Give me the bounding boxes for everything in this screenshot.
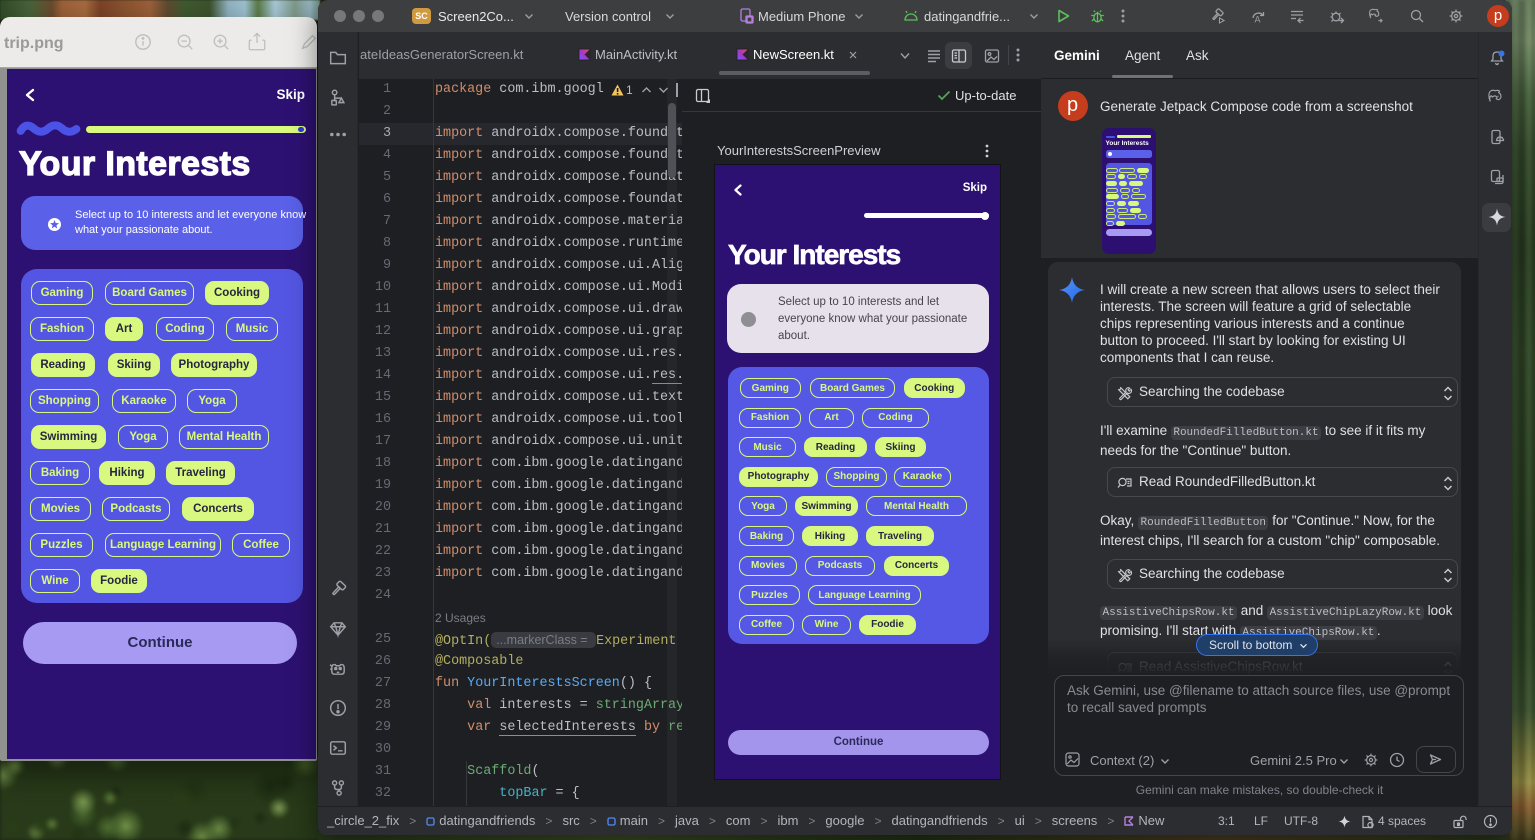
svg-text:A: A (1255, 15, 1261, 25)
